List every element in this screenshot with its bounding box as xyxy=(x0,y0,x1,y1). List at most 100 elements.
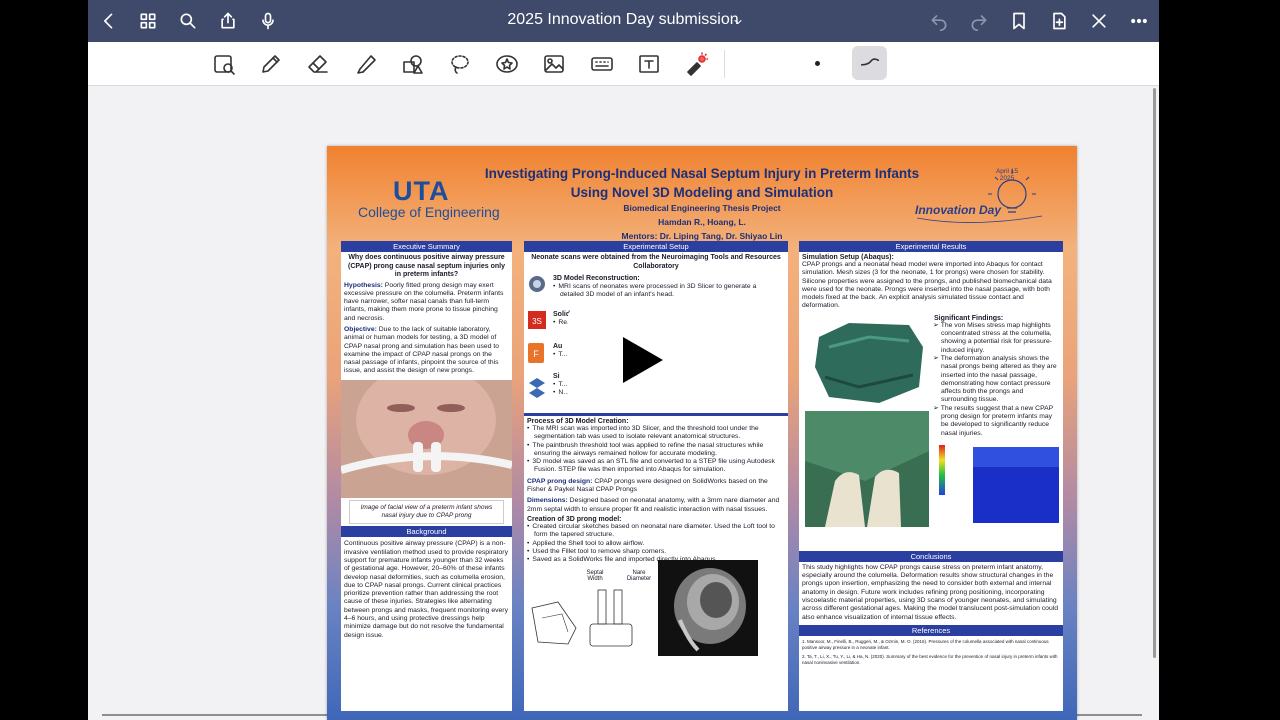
poster-title-line1: Investigating Prong-Induced Nasal Septum… xyxy=(484,166,920,181)
stress-map-3d-head xyxy=(815,322,923,403)
text-box-icon[interactable] xyxy=(635,51,663,77)
reference-2: 2. Ta, T., Li, X., Tu, Y., Li, & Ha, N. … xyxy=(802,653,1058,665)
finding-item-2: The deformation analysis shows the nasal… xyxy=(941,355,1057,405)
process-list: The MRI scan was imported into 3D Slicer… xyxy=(524,425,788,475)
section-head-experimental-setup: Experimental Setup xyxy=(524,241,788,252)
innovation-day-badge: Innovation Day xyxy=(915,203,1002,217)
share-icon[interactable] xyxy=(215,8,241,34)
column-executive-summary: Executive Summary Why does continuous po… xyxy=(341,241,512,711)
keyboard-icon[interactable] xyxy=(588,51,616,77)
process-item-2: The paintbrush threshold tool was applie… xyxy=(532,442,784,459)
setup-intro: Neonate scans were obtained from the Neu… xyxy=(531,254,781,270)
poster-title-line2: Using Novel 3D Modeling and Simulation xyxy=(570,185,834,200)
chevron-left-icon[interactable] xyxy=(96,8,122,34)
prong-sketch-front xyxy=(589,590,633,647)
pen-icon[interactable] xyxy=(257,51,285,77)
mri-scan-image xyxy=(658,560,758,657)
creation-item-2: Applied the Shell tool to allow airflow. xyxy=(532,540,784,548)
recon-label: 3D Model Reconstruction: xyxy=(553,275,640,282)
results-figure-area: Significant Findings: The von Mises stre… xyxy=(799,311,1063,551)
poster-subtitle-line1: Biomedical Engineering Thesis Project xyxy=(623,203,781,213)
autodesk-label: Au xyxy=(553,343,563,350)
image-icon[interactable] xyxy=(540,51,568,77)
svg-text:F: F xyxy=(533,349,539,359)
poster-subtitle: Biomedical Engineering Thesis Project Ha… xyxy=(477,201,927,243)
process-item-1: The MRI scan was imported into 3D Slicer… xyxy=(532,425,784,442)
notes-app-window: 2025 Innovation Day submission UTA Colle… xyxy=(88,0,1159,720)
research-question: Why does continuous positive airway pres… xyxy=(347,254,505,278)
prong-figure-area: Septal Width Nare Diameter xyxy=(524,560,788,658)
video-play-button[interactable] xyxy=(568,307,715,413)
creation-label: Creation of 3D prong model: xyxy=(527,515,622,523)
search-icon[interactable] xyxy=(175,8,201,34)
sticker-icon[interactable] xyxy=(493,51,521,77)
septal-width-label: Septal Width xyxy=(586,570,604,583)
section-head-executive-summary: Executive Summary xyxy=(341,241,512,252)
infant-photo xyxy=(341,379,512,498)
toolbar-separator xyxy=(724,50,725,78)
simulation-setup-label: Simulation Setup (Abaqus): xyxy=(802,254,894,261)
document-title[interactable]: 2025 Innovation Day submission xyxy=(428,11,818,29)
poster-title: Investigating Prong-Induced Nasal Septum… xyxy=(477,164,927,202)
section-head-background: Background xyxy=(341,526,512,538)
section-head-experimental-results: Experimental Results xyxy=(799,241,1063,252)
laser-pointer-icon[interactable] xyxy=(682,51,710,77)
creation-item-3: Used the Fillet tool to remove sharp cor… xyxy=(532,548,784,556)
section-head-conclusions: Conclusions xyxy=(799,550,1063,562)
close-x-icon[interactable] xyxy=(1086,8,1112,34)
3d-slicer-icon xyxy=(529,276,545,292)
reference-1: 1. Mansoor, M., Finelli, B., Ruggeri, M.… xyxy=(802,638,1049,650)
highlighter-icon[interactable] xyxy=(352,51,380,77)
chevron-down-icon[interactable] xyxy=(730,9,746,35)
findings-block: Significant Findings: The von Mises stre… xyxy=(931,313,1061,438)
section-head-references: References xyxy=(799,624,1063,636)
poster-page[interactable]: UTA College of Engineering Investigating… xyxy=(327,146,1077,720)
objective-text: Objective: Due to the lack of suitable l… xyxy=(344,325,500,375)
process-item-3: 3D model was saved as an STL file and co… xyxy=(532,458,784,475)
add-page-icon[interactable] xyxy=(1046,8,1072,34)
play-icon xyxy=(622,337,663,383)
photo-caption: Image of facial view of a preterm infant… xyxy=(349,499,504,525)
recon-list: MRI scans of neonates were processed in … xyxy=(550,283,782,300)
stroke-curve-icon xyxy=(860,58,879,66)
svg-text:3S: 3S xyxy=(532,317,542,326)
microphone-icon[interactable] xyxy=(255,8,281,34)
creation-item-1: Created circular sketches based on neona… xyxy=(532,523,784,540)
undo-icon[interactable] xyxy=(926,8,952,34)
hypothesis-text: Hypothesis: Poorly fitted prong design m… xyxy=(344,281,504,322)
poster-authors: Hamdan R., Hoang, L. xyxy=(658,217,746,227)
nare-diameter-label: Nare Diameter xyxy=(626,570,652,583)
lasso-icon[interactable] xyxy=(446,51,474,77)
finding-item-1: The von Mises stress map highlights conc… xyxy=(941,322,1057,355)
background-text: Continuous positive airway pressure (CPA… xyxy=(344,540,508,639)
bookmark-icon[interactable] xyxy=(1006,8,1032,34)
stroke-size-dot[interactable] xyxy=(815,61,820,66)
eraser-icon[interactable] xyxy=(304,51,332,77)
top-navigation-bar: 2025 Innovation Day submission xyxy=(88,0,1159,42)
redo-icon[interactable] xyxy=(966,8,992,34)
finding-item-3: The results suggest that a new CPAP pron… xyxy=(941,405,1057,438)
recon-item: MRI scans of neonates were processed in … xyxy=(558,283,778,300)
more-icon[interactable] xyxy=(1126,8,1152,34)
poster-header: UTA College of Engineering Investigating… xyxy=(327,146,1077,241)
creation-list: Created circular sketches based on neona… xyxy=(524,523,788,564)
stroke-style-button[interactable] xyxy=(852,46,887,80)
zoom-select-icon[interactable] xyxy=(210,51,238,77)
simulation-setup-text: CPAP prongs and a neonatal head model we… xyxy=(802,261,1052,310)
simulation-label: Si xyxy=(553,373,560,380)
lightbulb-icon xyxy=(916,170,1043,223)
grid-icon[interactable] xyxy=(135,8,161,34)
autodesk-fusion-icon: F xyxy=(528,343,544,363)
shapes-icon[interactable] xyxy=(399,51,427,77)
badge-date: April 15 2025 xyxy=(995,168,1019,182)
vertical-scrollbar[interactable] xyxy=(1153,88,1156,658)
cpap-prong-design-text: CPAP prong design: CPAP prongs were desi… xyxy=(527,477,768,494)
findings-label: Significant Findings: xyxy=(934,314,1004,322)
prong-sketch-side xyxy=(531,602,577,645)
uta-logo: UTA xyxy=(393,176,450,206)
solidworks-icon: 3S xyxy=(528,311,546,329)
column-experimental-results: Experimental Results Simulation Setup (A… xyxy=(799,241,1063,711)
process-label: Process of 3D Model Creation: xyxy=(527,418,629,425)
conclusions-text: This study highlights how CPAP prongs ca… xyxy=(802,563,1059,621)
von-mises-stress-map xyxy=(937,440,1061,527)
